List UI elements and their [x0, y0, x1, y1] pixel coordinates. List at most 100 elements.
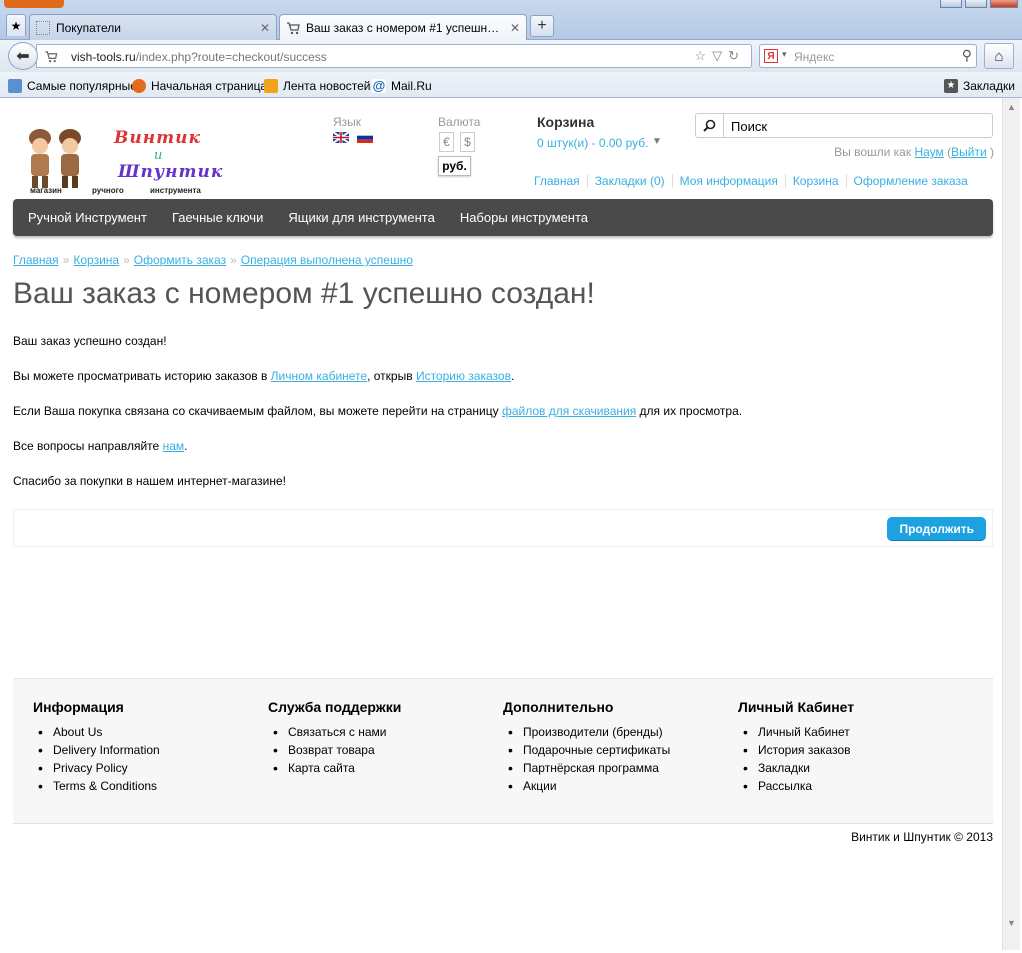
footer-link[interactable]: Delivery Information — [33, 741, 263, 759]
breadcrumb-checkout[interactable]: Оформить заказ — [134, 253, 226, 267]
text: , открыв — [367, 369, 416, 383]
contact-link[interactable]: нам — [163, 439, 185, 453]
bookmark-star-icon[interactable]: ☆▽↻ — [694, 48, 745, 64]
downloads-paragraph: Если Ваша покупка связана со скачиваемым… — [13, 404, 742, 418]
top-link-home[interactable]: Главная — [534, 174, 587, 188]
close-window-button[interactable] — [990, 0, 1018, 8]
uk-flag-icon[interactable] — [332, 131, 350, 144]
footer-link[interactable]: История заказов — [738, 741, 968, 759]
continue-button[interactable]: Продолжить — [887, 517, 986, 541]
logo-caption-3: инструмента — [150, 186, 201, 195]
success-message: Ваш заказ успешно создан! — [13, 334, 167, 348]
top-link-wishlist[interactable]: Закладки (0) — [586, 174, 672, 188]
footer-link[interactable]: Подарочные сертификаты — [503, 741, 733, 759]
russia-flag-icon[interactable] — [356, 131, 374, 143]
search-bar[interactable]: Я ▾ Яндекс ⚲ — [759, 44, 977, 68]
currency-dollar-button[interactable]: $ — [460, 132, 475, 152]
language-label: Язык — [333, 115, 362, 129]
text: Все вопросы направляйте — [13, 439, 163, 453]
firefox-menu-button[interactable] — [4, 0, 64, 8]
footer: Информация About Us Delivery Information… — [13, 678, 993, 824]
bookmark-most-visited[interactable]: Самые популярные — [8, 78, 137, 94]
bookmark-label: Закладки — [963, 79, 1015, 93]
order-history-link[interactable]: Историю заказов — [416, 369, 511, 383]
new-tab-button[interactable]: + — [530, 15, 554, 37]
footer-link[interactable]: Рассылка — [738, 777, 968, 795]
breadcrumb-separator: » — [230, 253, 237, 267]
bookmark-label: Лента новостей — [283, 79, 371, 93]
top-link-checkout[interactable]: Оформление заказа — [845, 174, 975, 188]
menu-item-tool-sets[interactable]: Наборы инструмента — [460, 210, 588, 225]
footer-link[interactable]: About Us — [33, 723, 263, 741]
top-link-cart[interactable]: Корзина — [784, 174, 846, 188]
user-name-link[interactable]: Наум — [914, 145, 943, 159]
footer-link[interactable]: Производители (бренды) — [503, 723, 733, 741]
search-icon[interactable] — [696, 114, 724, 137]
footer-link[interactable]: Закладки — [738, 759, 968, 777]
tab-order-success[interactable]: Ваш заказ с номером #1 успешно созд... ✕ — [279, 14, 527, 41]
footer-column-support: Служба поддержки Связаться с нами Возвра… — [268, 699, 498, 777]
currency-ruble-button[interactable]: руб. — [438, 156, 471, 176]
footer-link[interactable]: Карта сайта — [268, 759, 498, 777]
chevron-down-icon[interactable]: ▼ — [652, 136, 662, 147]
logout-link[interactable]: Выйти — [951, 145, 987, 159]
home-button[interactable]: ⌂ — [984, 43, 1014, 69]
currency-label: Валюта — [438, 115, 481, 129]
order-history-paragraph: Вы можете просматривать историю заказов … — [13, 369, 514, 383]
folder-icon — [8, 79, 22, 93]
text: Если Ваша покупка связана со скачиваемым… — [13, 404, 502, 418]
close-tab-icon[interactable]: ✕ — [260, 21, 270, 35]
footer-heading: Личный Кабинет — [738, 699, 855, 715]
text: для их просмотра. — [636, 404, 743, 418]
footer-heading: Служба поддержки — [268, 699, 402, 715]
footer-link[interactable]: Возврат товара — [268, 741, 498, 759]
footer-link[interactable]: Партнёрская программа — [503, 759, 733, 777]
scroll-down-icon[interactable]: ▼ — [1007, 918, 1016, 928]
menu-item-hand-tools[interactable]: Ручной Инструмент — [28, 210, 147, 225]
footer-link[interactable]: Акции — [503, 777, 733, 795]
site-search-input[interactable]: Поиск — [695, 113, 993, 138]
pinned-tab[interactable]: ★ — [6, 14, 26, 36]
bookmarks-menu[interactable]: ★ Закладки — [944, 78, 1015, 94]
breadcrumb-cart[interactable]: Корзина — [73, 253, 119, 267]
menu-item-wrenches[interactable]: Гаечные ключи — [172, 210, 263, 225]
search-icon[interactable]: ⚲ — [962, 47, 972, 64]
rss-icon — [264, 79, 278, 93]
tab-customers[interactable]: Покупатели ✕ — [29, 14, 277, 40]
footer-link[interactable]: Личный Кабинет — [738, 723, 968, 741]
page-title: Ваш заказ с номером #1 успешно создан! — [13, 277, 595, 310]
main-menu: Ручной Инструмент Гаечные ключи Ящики дл… — [13, 199, 993, 236]
bookmark-mailru[interactable]: @ Mail.Ru — [372, 78, 432, 94]
footer-link[interactable]: Связаться с нами — [268, 723, 498, 741]
account-link[interactable]: Личном кабинете — [271, 369, 367, 383]
welcome-prefix: Вы вошли как — [834, 145, 912, 159]
top-links: Главная Закладки (0) Моя информация Корз… — [534, 174, 975, 188]
bookmark-label: Самые популярные — [27, 79, 137, 93]
contact-paragraph: Все вопросы направляйте нам. — [13, 439, 187, 453]
tab-label: Покупатели — [56, 20, 121, 35]
breadcrumb-success[interactable]: Операция выполнена успешно — [241, 253, 413, 267]
scroll-up-icon[interactable]: ▲ — [1007, 102, 1016, 112]
breadcrumb-home[interactable]: Главная — [13, 253, 59, 267]
buttons-container: Продолжить — [13, 509, 993, 547]
store-logo[interactable]: Винтик и Шпунтик магазин ручного инструм… — [22, 116, 222, 200]
vertical-scrollbar[interactable]: ▲ ▼ — [1002, 98, 1020, 950]
minimize-button[interactable] — [940, 0, 962, 8]
search-placeholder: Яндекс — [794, 50, 835, 64]
cart-total[interactable]: 0 штук(и) - 0.00 руб. — [537, 136, 648, 150]
back-button[interactable]: ⬅ — [8, 42, 38, 70]
top-link-account[interactable]: Моя информация — [671, 174, 785, 188]
yandex-icon: Я — [764, 49, 778, 63]
address-bar[interactable]: vish-tools.ru/index.php?route=checkout/s… — [36, 44, 752, 68]
downloads-link[interactable]: файлов для скачивания — [502, 404, 636, 418]
bookmark-home-page[interactable]: Начальная страница — [132, 78, 267, 94]
close-tab-icon[interactable]: ✕ — [510, 21, 520, 35]
maximize-button[interactable] — [965, 0, 987, 8]
currency-euro-button[interactable]: € — [439, 132, 454, 152]
dropdown-icon[interactable]: ▾ — [782, 49, 787, 60]
footer-column-extras: Дополнительно Производители (бренды) Под… — [503, 699, 733, 795]
bookmark-news-feed[interactable]: Лента новостей — [264, 78, 371, 94]
footer-link[interactable]: Terms & Conditions — [33, 777, 263, 795]
menu-item-tool-boxes[interactable]: Ящики для инструмента — [288, 210, 434, 225]
footer-link[interactable]: Privacy Policy — [33, 759, 263, 777]
